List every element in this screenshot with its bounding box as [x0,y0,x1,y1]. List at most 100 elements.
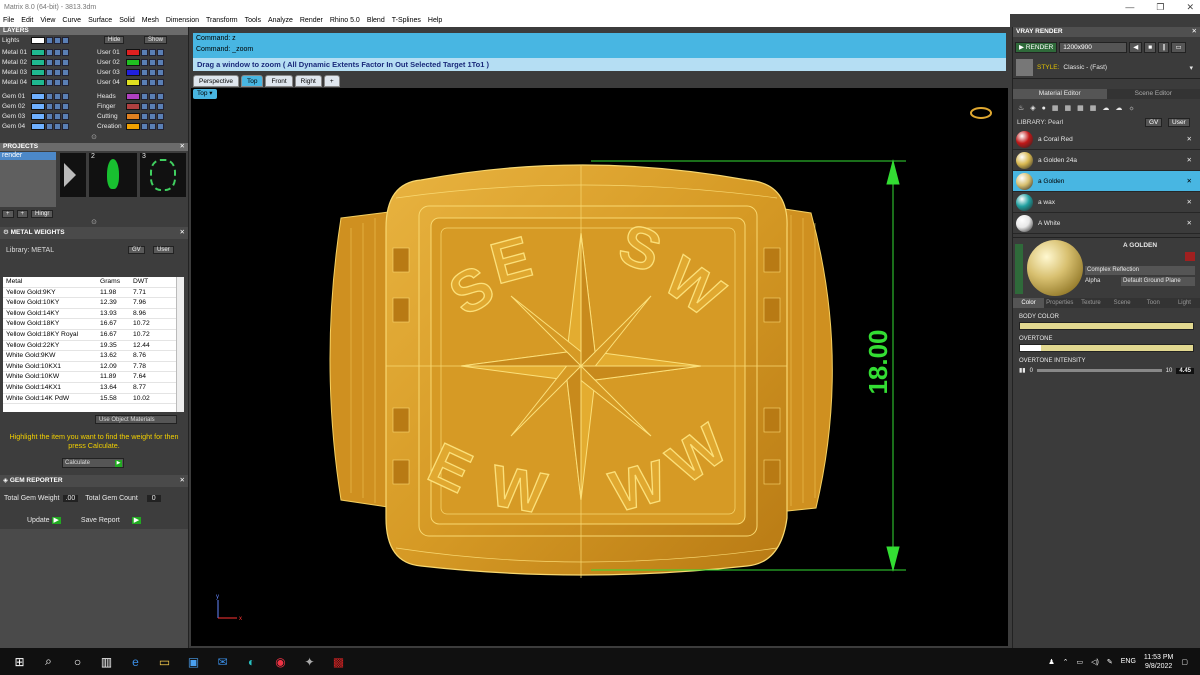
layer-row[interactable]: Lights [0,35,69,45]
frame-icon[interactable]: ▭ [1171,41,1186,53]
layer-toggle-icon[interactable] [149,58,156,66]
command-prompt[interactable]: Drag a window to zoom ( All Dynamic Exte… [193,58,1006,71]
mail-icon[interactable]: ✉ [213,652,232,671]
menu-item[interactable]: T-Splines [392,17,421,24]
show-button[interactable]: Show [144,36,168,44]
close-icon[interactable]: ✕ [1187,177,1192,185]
style-value[interactable]: Classic - (Fast) [1063,64,1107,71]
layer-toggle-icon[interactable] [149,122,156,130]
flame-icon[interactable]: ♨ [1018,104,1024,112]
layer-toggle-icon[interactable] [62,112,69,120]
menu-item[interactable]: File [3,17,14,24]
material-item[interactable]: a wax ✕ [1013,192,1200,213]
table-row[interactable]: Yellow Gold:18KY Royal 16.67 10.72 [3,330,184,341]
minimize-icon[interactable]: — [1125,2,1134,12]
prev-icon[interactable]: ◀ [1129,41,1143,53]
layer-toggle-icon[interactable] [62,122,69,130]
table-row[interactable]: White Gold:9KW 13.62 8.76 [3,351,184,362]
layer-toggle-icon[interactable] [54,36,61,44]
layer-toggle-icon[interactable] [62,48,69,56]
layer-toggle-icon[interactable] [157,48,164,56]
layer-row[interactable]: Heads [95,91,164,101]
use-object-materials-select[interactable]: Use Object Materials [95,415,177,424]
body-color-bar[interactable] [1019,322,1194,330]
search-icon[interactable]: ⌕ [39,652,58,671]
layer-row[interactable]: Metal 01 [0,47,69,57]
app-icon[interactable]: ◐ [242,652,261,671]
pen-icon[interactable]: ✎ [1107,658,1113,666]
pause-icon[interactable]: ∥ [1158,41,1170,53]
layer-toggle-icon[interactable] [62,102,69,110]
menu-item[interactable]: Curve [62,17,81,24]
layer-row[interactable]: Creation [95,121,164,131]
layer-color-swatch[interactable] [31,48,45,56]
layer-toggle-icon[interactable] [62,36,69,44]
intensity-slider[interactable] [1036,369,1162,372]
material-item[interactable]: A White ✕ [1013,213,1200,234]
render-size-field[interactable]: 1200x900 [1059,41,1128,53]
table-scrollbar[interactable] [176,277,184,412]
table-row[interactable]: Yellow Gold:18KY 16.67 10.72 [3,319,184,330]
layer-row[interactable]: Gem 01 [0,91,69,101]
volume-icon[interactable]: ◁) [1091,658,1099,666]
layer-toggle-icon[interactable] [141,102,148,110]
chrome-icon[interactable]: ◉ [271,652,290,671]
menu-item[interactable]: Solid [119,17,135,24]
layer-toggle-icon[interactable] [141,48,148,56]
layer-toggle-icon[interactable] [46,78,53,86]
layer-toggle-icon[interactable] [46,122,53,130]
gv-button[interactable]: GV [128,246,145,254]
layer-color-swatch[interactable] [31,78,45,86]
layer-row[interactable]: User 02 [95,57,164,67]
layer-row[interactable]: Finger [95,101,164,111]
matrix-icon[interactable]: ▩ [329,652,348,671]
layer-toggle-icon[interactable] [54,48,61,56]
tab-properties[interactable]: Properties [1044,298,1076,308]
layer-toggle-icon[interactable] [46,102,53,110]
material-item[interactable]: a Coral Red ✕ [1013,129,1200,150]
layer-toggle-icon[interactable] [46,68,53,76]
layer-row[interactable]: Cutting [95,111,164,121]
table-row[interactable]: White Gold:14KX1 13.64 8.77 [3,383,184,394]
windows-start-icon[interactable]: ⊞ [10,652,29,671]
layer-toggle-icon[interactable] [46,36,53,44]
menu-item[interactable]: Mesh [142,17,159,24]
calculate-button[interactable]: Calculate ▶ [62,458,124,468]
network-icon[interactable]: ▭ [1077,658,1084,666]
close-icon[interactable]: ✕ [180,227,185,239]
tab-light[interactable]: Light [1168,298,1200,308]
add-button[interactable]: + [16,210,29,218]
save-report-button[interactable]: Save Report ▶ [81,516,142,524]
stop-icon[interactable]: ■ [1144,41,1157,53]
viewport-top[interactable]: Top ▾ S E S W E W W W 18.00 y x [191,88,1008,646]
drop-icon[interactable]: ● [1042,105,1046,112]
close-icon[interactable]: ✕ [1186,2,1194,13]
layer-color-swatch[interactable] [31,112,45,120]
grid-icon[interactable]: ▦ [1090,104,1097,112]
tab-top[interactable]: Top [240,75,264,87]
ground-select[interactable]: Default Ground Plane [1121,277,1195,286]
layer-toggle-icon[interactable] [46,48,53,56]
layer-row[interactable]: User 04 [95,77,164,87]
layer-toggle-icon[interactable] [62,92,69,100]
table-row[interactable]: Yellow Gold:9KY 11.98 7.71 [3,288,184,299]
tab-color[interactable]: Color [1013,298,1045,308]
layer-toggle-icon[interactable] [46,92,53,100]
layer-color-swatch[interactable] [126,68,140,76]
table-row[interactable]: White Gold:10KW 11.89 7.64 [3,372,184,383]
layer-toggle-icon[interactable] [62,78,69,86]
cloud-icon[interactable]: ☁ [1115,104,1122,112]
language-indicator[interactable]: ENG [1121,658,1136,665]
rhino-icon[interactable]: ✦ [300,652,319,671]
tab-front[interactable]: Front [265,75,293,87]
layer-color-swatch[interactable] [126,78,140,86]
hide-button[interactable]: Hide [104,36,125,44]
menu-item[interactable]: Dimension [166,17,199,24]
layer-toggle-icon[interactable] [149,92,156,100]
grid-icon[interactable]: ▦ [1065,104,1072,112]
close-icon[interactable]: ✕ [1187,135,1192,143]
layer-color-swatch[interactable] [126,58,140,66]
add-project-button[interactable]: + [2,210,14,218]
menu-item[interactable]: Edit [21,17,33,24]
layer-toggle-icon[interactable] [157,102,164,110]
